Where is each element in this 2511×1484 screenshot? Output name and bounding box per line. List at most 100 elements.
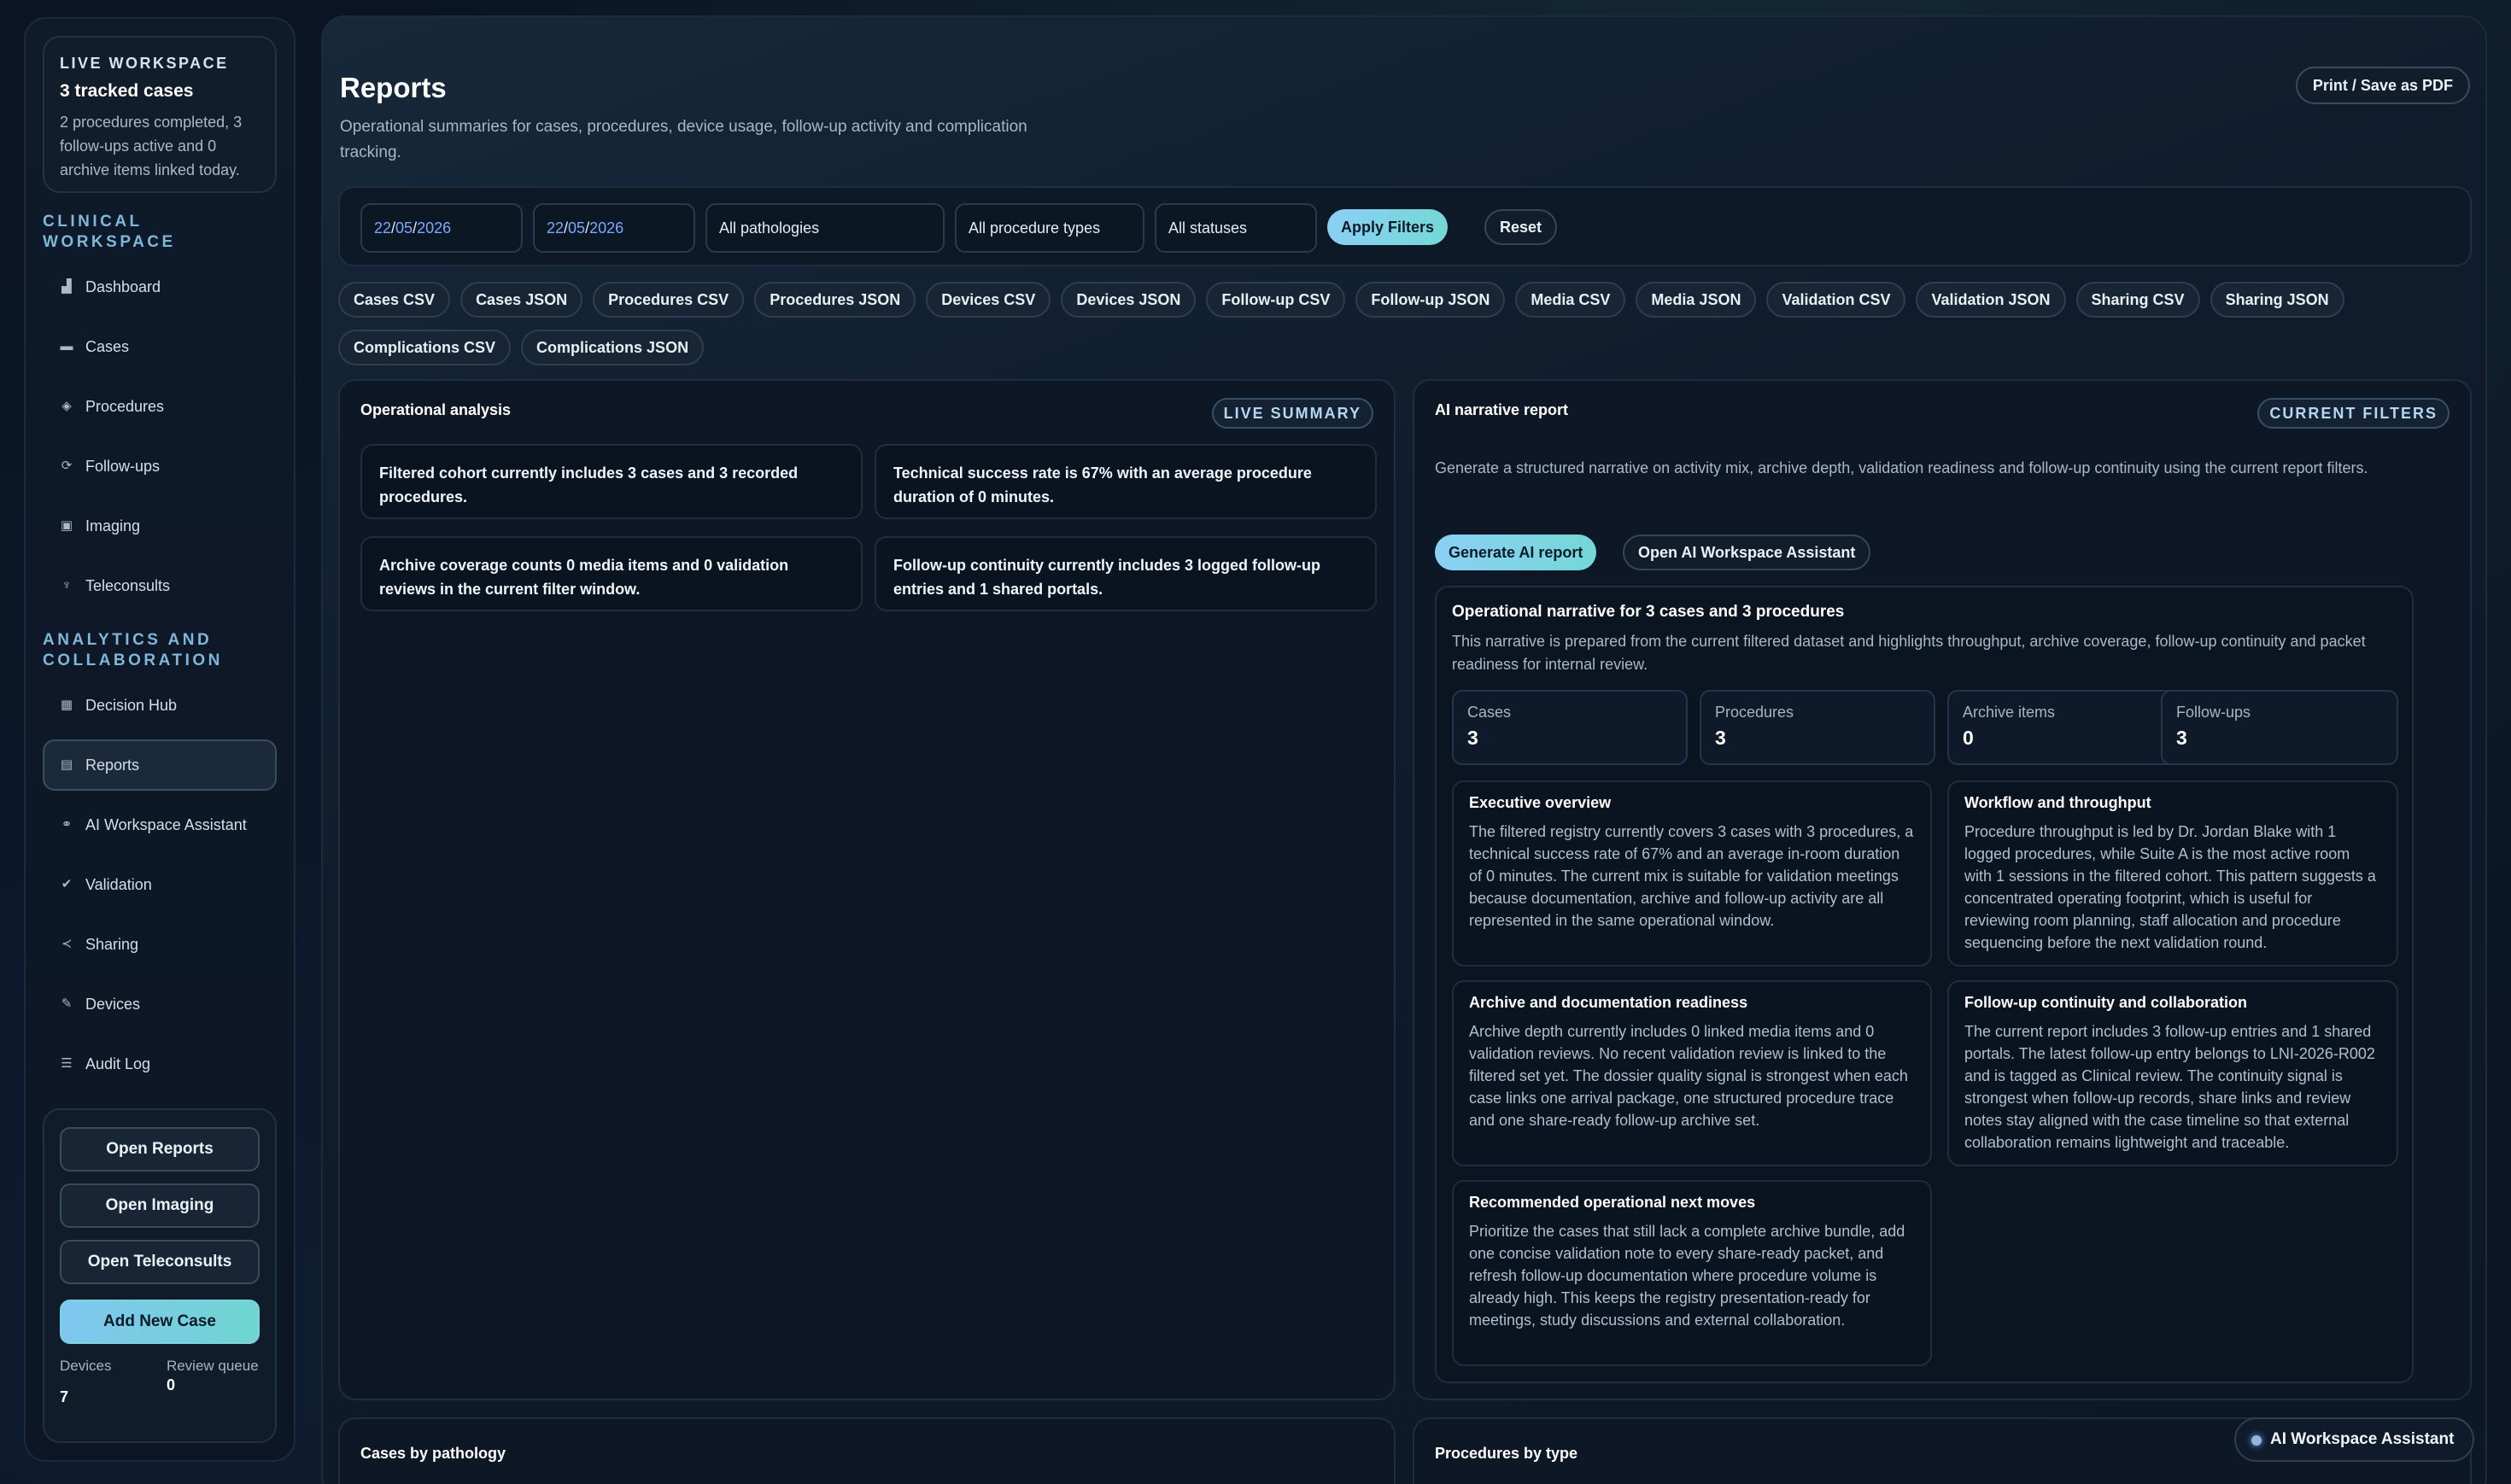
sidebar-item-procedures[interactable]: ◈ Procedures: [43, 381, 277, 432]
open-imaging-button[interactable]: Open Imaging: [60, 1183, 260, 1228]
section-title: Archive and documentation readiness: [1469, 994, 1748, 1011]
kpi-value: 3: [1467, 727, 1478, 749]
apply-filters-button[interactable]: Apply Filters: [1327, 209, 1449, 245]
export-button[interactable]: Sharing JSON: [2210, 282, 2344, 318]
section-body: Prioritize the cases that still lack a c…: [1469, 1223, 1905, 1329]
ai-description: Generate a structured narrative on activ…: [1435, 459, 2368, 476]
date-year: 2026: [417, 219, 452, 237]
sidebar-item-ai-assistant[interactable]: ⚭ AI Workspace Assistant: [43, 799, 277, 850]
current-filters-badge: CURRENT FILTERS: [2257, 398, 2450, 429]
export-button[interactable]: Media JSON: [1636, 282, 1757, 318]
sidebar-item-dashboard[interactable]: ▟ Dashboard: [43, 261, 277, 313]
devices-stat: Devices 7: [60, 1356, 167, 1406]
kpi-procedures: Procedures 3: [1700, 690, 1935, 765]
sidebar-item-cases[interactable]: ▬ Cases: [43, 321, 277, 372]
sidebar-item-devices[interactable]: ✎ Devices: [43, 979, 277, 1030]
narrative-description: This narrative is prepared from the curr…: [1452, 633, 2366, 673]
chart-icon: ▟: [61, 279, 72, 294]
sidebar-item-label: Devices: [85, 995, 141, 1013]
executive-overview-section: Executive overview The filtered registry…: [1452, 780, 1932, 967]
add-new-case-button[interactable]: Add New Case: [60, 1300, 260, 1344]
insight-card: Archive coverage counts 0 media items an…: [360, 536, 863, 611]
main-content: Reports Operational summaries for cases,…: [321, 15, 2487, 1484]
insight-card: Filtered cohort currently includes 3 cas…: [360, 444, 863, 519]
export-button[interactable]: Complications CSV: [338, 330, 512, 365]
date-from-input[interactable]: 22/05/2026: [360, 203, 523, 253]
generate-ai-report-button[interactable]: Generate AI report: [1435, 535, 1597, 570]
kpi-cases: Cases 3: [1452, 690, 1688, 765]
kpi-label: Archive items: [1963, 704, 2056, 721]
next-moves-section: Recommended operational next moves Prior…: [1452, 1180, 1932, 1366]
export-button[interactable]: Follow-up CSV: [1206, 282, 1346, 318]
sidebar-item-label: AI Workspace Assistant: [85, 815, 247, 833]
export-button[interactable]: Procedures CSV: [593, 282, 745, 318]
procedure-type-select[interactable]: All procedure types: [955, 203, 1144, 253]
panel-title: Operational analysis: [360, 401, 512, 418]
reset-button[interactable]: Reset: [1484, 209, 1558, 245]
quick-actions-card: Open Reports Open Imaging Open Teleconsu…: [43, 1108, 277, 1443]
image-icon: ▣: [60, 518, 73, 533]
open-teleconsults-button[interactable]: Open Teleconsults: [60, 1240, 260, 1284]
section-title: Workflow and throughput: [1964, 794, 2151, 811]
workflow-throughput-section: Workflow and throughput Procedure throug…: [1947, 780, 2398, 967]
narrative-title: Operational narrative for 3 cases and 3 …: [1452, 603, 1845, 621]
kpi-label: Cases: [1467, 704, 1512, 721]
sidebar-item-label: Imaging: [85, 517, 141, 535]
sidebar-item-label: Validation: [85, 875, 152, 893]
export-button[interactable]: Cases CSV: [338, 282, 451, 318]
export-button[interactable]: Devices JSON: [1061, 282, 1197, 318]
cycle-icon: ⟳: [61, 459, 73, 473]
sidebar-item-sharing[interactable]: ≺ Sharing: [43, 919, 277, 970]
diamond-icon: ◈: [61, 399, 72, 413]
panel-title: Procedures by type: [1435, 1445, 1578, 1462]
sidebar-item-follow-ups[interactable]: ⟳ Follow-ups: [43, 441, 277, 492]
sidebar-item-validation[interactable]: ✔ Validation: [43, 859, 277, 910]
export-button[interactable]: Sharing CSV: [2075, 282, 2200, 318]
status-select[interactable]: All statuses: [1155, 203, 1317, 253]
microphone-icon: ♆: [61, 578, 72, 593]
kpi-label: Follow-ups: [2176, 704, 2251, 721]
panel-title: Cases by pathology: [360, 1445, 506, 1462]
kpi-value: 3: [2176, 727, 2187, 749]
share-icon: ≺: [61, 937, 73, 951]
cases-by-pathology-panel: Cases by pathology: [338, 1417, 1396, 1484]
live-summary-badge: LIVE SUMMARY: [1211, 398, 1373, 429]
wrench-icon: ✎: [61, 996, 73, 1011]
pathology-select[interactable]: All pathologies: [705, 203, 945, 253]
date-day: 22: [374, 219, 392, 237]
date-month: 05: [568, 219, 586, 237]
section-title: Executive overview: [1469, 794, 1612, 811]
stat-value: 0: [166, 1376, 175, 1393]
open-reports-button[interactable]: Open Reports: [60, 1127, 260, 1171]
insight-card: Follow-up continuity currently includes …: [875, 536, 1377, 611]
sidebar-item-teleconsults[interactable]: ♆ Teleconsults: [43, 560, 277, 611]
export-button[interactable]: Complications JSON: [521, 330, 705, 365]
sidebar-item-reports[interactable]: ▤ Reports: [43, 739, 277, 791]
export-button[interactable]: Procedures JSON: [754, 282, 916, 318]
sidebar-item-decision-hub[interactable]: ▦ Decision Hub: [43, 680, 277, 731]
open-ai-assistant-button[interactable]: Open AI Workspace Assistant: [1623, 535, 1871, 570]
floating-assistant-label: AI Workspace Assistant: [2270, 1430, 2455, 1448]
floating-ai-assistant-button[interactable]: AI Workspace Assistant: [2234, 1417, 2475, 1462]
export-button[interactable]: Follow-up JSON: [1355, 282, 1506, 318]
kpi-follow-ups: Follow-ups 3: [2161, 690, 2398, 765]
export-button[interactable]: Validation JSON: [1916, 282, 2066, 318]
analytics-heading: ANALYTICS AND COLLABORATION: [43, 631, 223, 669]
export-button[interactable]: Validation CSV: [1766, 282, 1906, 318]
export-button[interactable]: Cases JSON: [460, 282, 583, 318]
kpi-value: 3: [1715, 727, 1726, 749]
kpi-label: Procedures: [1715, 704, 1794, 721]
export-button[interactable]: Devices CSV: [926, 282, 1051, 318]
link-icon: ⚭: [61, 817, 73, 832]
print-pdf-button[interactable]: Print / Save as PDF: [2295, 67, 2470, 104]
sidebar-item-imaging[interactable]: ▣ Imaging: [43, 500, 277, 552]
kpi-value: 0: [1963, 727, 1974, 749]
archive-readiness-section: Archive and documentation readiness Arch…: [1452, 980, 1932, 1166]
folder-icon: ▬: [60, 339, 73, 353]
sidebar-item-audit-log[interactable]: ☰ Audit Log: [43, 1038, 277, 1090]
date-to-input[interactable]: 22/05/2026: [533, 203, 695, 253]
live-workspace-description: 2 procedures completed, 3 follow-ups act…: [60, 114, 243, 178]
clinical-workspace-heading: CLINICAL WORKSPACE: [43, 213, 176, 251]
export-button[interactable]: Media CSV: [1515, 282, 1626, 318]
section-title: Follow-up continuity and collaboration: [1964, 994, 2247, 1011]
